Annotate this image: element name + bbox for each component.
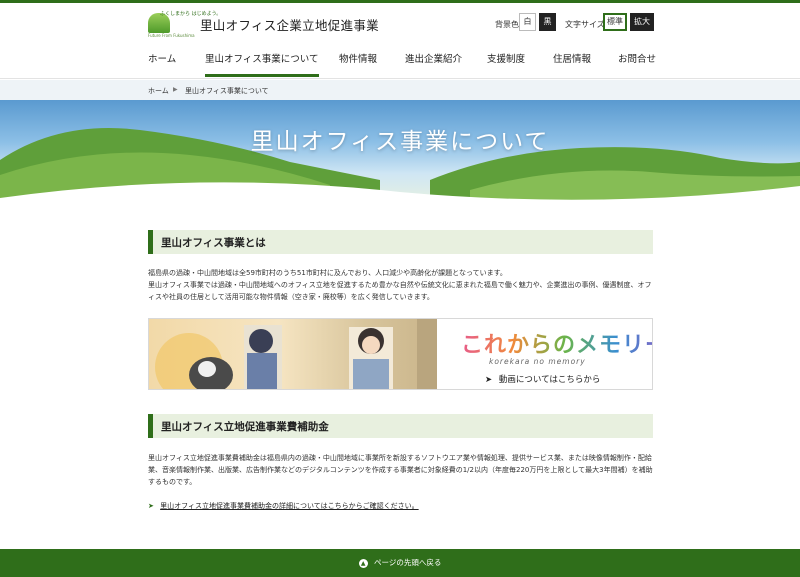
nav-about[interactable]: 里山オフィス事業について xyxy=(205,51,319,77)
hero-banner: 里山オフィス事業について xyxy=(0,100,800,205)
bg-black-button[interactable]: 黒 xyxy=(539,13,556,31)
back-to-top-button[interactable]: ▲ ページの先頭へ戻る xyxy=(0,557,800,568)
site-logo[interactable]: ふくしまから はじめよう。 xyxy=(148,9,221,33)
nav-properties[interactable]: 物件情報 xyxy=(339,51,377,77)
nav-housing[interactable]: 住居情報 xyxy=(553,51,591,77)
banner-subtitle: korekara no memory xyxy=(489,357,586,366)
font-size-label: 文字サイズ xyxy=(565,20,605,29)
banner-link-text: 動画についてはこちらから xyxy=(498,375,601,385)
breadcrumb-home[interactable]: ホーム xyxy=(148,86,169,96)
main-nav: ホーム 里山オフィス事業について 物件情報 進出企業紹介 支援制度 住居情報 お… xyxy=(0,49,800,77)
nav-contact[interactable]: お問合せ xyxy=(618,51,656,77)
video-banner[interactable]: これからのメモリー korekara no memory ➤ 動画についてはこち… xyxy=(148,318,653,390)
section-heading-about-text: 里山オフィス事業とは xyxy=(161,237,266,249)
site-footer: ▲ ページの先頭へ戻る xyxy=(0,549,800,577)
banner-title-text: これからのメモリー xyxy=(461,333,652,358)
nav-companies[interactable]: 進出企業紹介 xyxy=(405,51,462,77)
site-title[interactable]: 里山オフィス企業立地促進事業 xyxy=(200,15,379,34)
banner-title: これからのメモリー xyxy=(461,327,652,359)
bg-color-label: 背景色 xyxy=(495,20,519,29)
arrow-up-icon: ▲ xyxy=(358,558,368,568)
arrow-right-icon: ➤ xyxy=(485,375,493,385)
nav-support[interactable]: 支援制度 xyxy=(487,51,525,77)
subsidy-paragraph: 里山オフィス立地促進事業費補助金は福島県内の過疎・中山間地域に事業所を新設するソ… xyxy=(148,454,653,486)
banner-illustration-image xyxy=(149,319,437,389)
header-divider xyxy=(0,78,800,79)
subsidy-detail-link-text: 里山オフィス立地促進事業費補助金の詳細についてはこちらからご確認ください。 xyxy=(160,502,419,510)
font-large-button[interactable]: 拡大 xyxy=(630,13,654,31)
section-heading-subsidy-text: 里山オフィス立地促進事業費補助金 xyxy=(161,421,329,433)
nav-home[interactable]: ホーム xyxy=(148,51,176,77)
logo-subtitle: Future From Fukushima xyxy=(148,33,195,38)
breadcrumb-separator-icon: ▶ xyxy=(173,86,178,93)
font-standard-button[interactable]: 標準 xyxy=(603,13,627,31)
banner-video-link[interactable]: ➤ 動画についてはこちらから xyxy=(485,373,600,385)
breadcrumb-current: 里山オフィス事業について xyxy=(185,87,269,95)
hero-title: 里山オフィス事業について xyxy=(250,129,550,155)
about-paragraph-1: 福島県の過疎・中山間地域は全59市町村のうち51市町村に及んでおり、人口減少や高… xyxy=(148,269,507,277)
subsidy-detail-link[interactable]: ➤ 里山オフィス立地促進事業費補助金の詳細についてはこちらからご確認ください。 xyxy=(148,501,419,511)
about-paragraph-2: 里山オフィス事業では過疎・中山間地域へのオフィス立地を促進するため豊かな自然や伝… xyxy=(148,281,652,301)
arrow-right-icon: ➤ xyxy=(148,502,154,510)
site-header: ふくしまから はじめよう。 Future From Fukushima 里山オフ… xyxy=(0,3,800,78)
section-heading-subsidy: 里山オフィス立地促進事業費補助金 xyxy=(148,414,653,438)
bg-white-button[interactable]: 白 xyxy=(519,13,536,31)
breadcrumb: ホーム ▶ 里山オフィス事業について xyxy=(0,80,800,100)
section-heading-about: 里山オフィス事業とは xyxy=(148,230,653,254)
back-to-top-text: ページの先頭へ戻る xyxy=(374,558,442,567)
